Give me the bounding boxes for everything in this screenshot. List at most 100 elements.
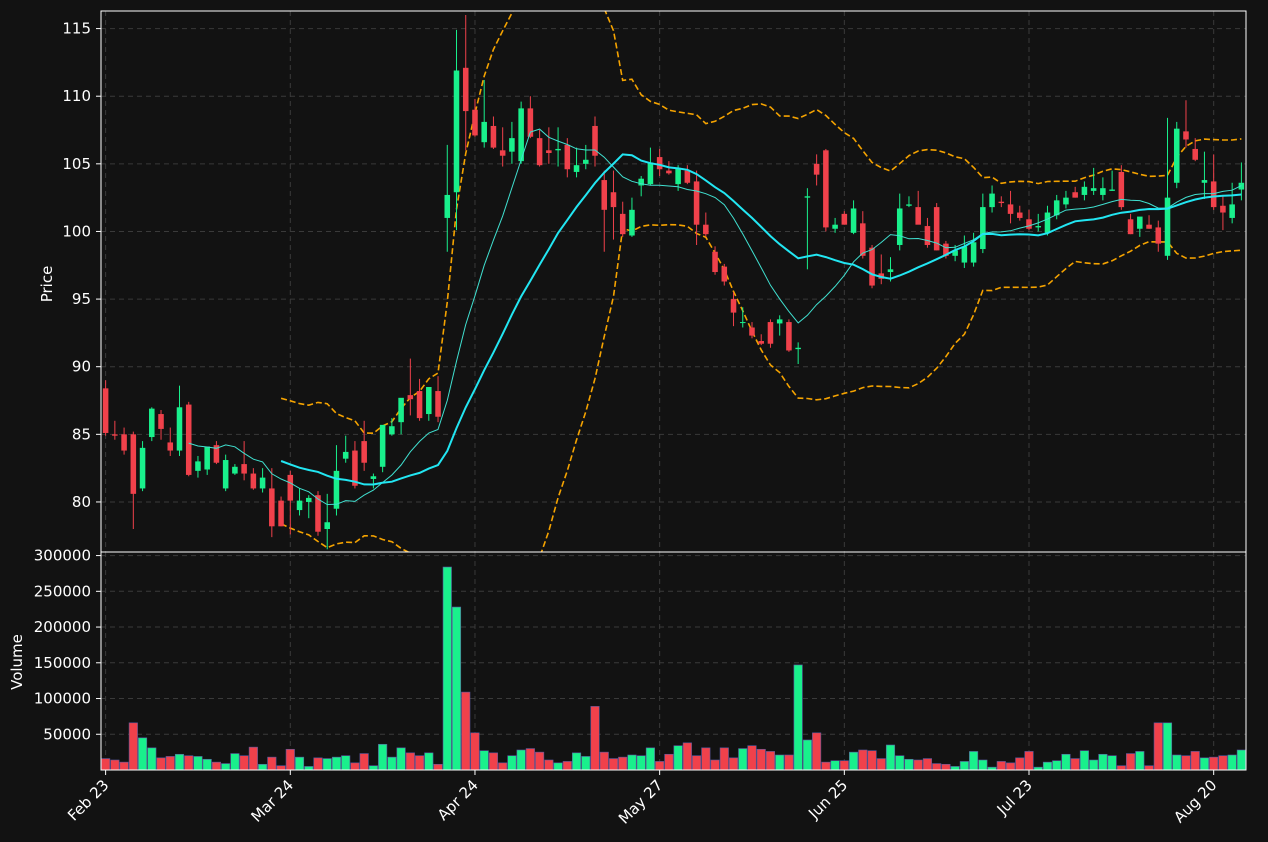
candle-body [767, 322, 774, 344]
volume-bar [821, 761, 831, 770]
volume-bar [156, 757, 166, 770]
volume-bar [313, 757, 323, 770]
candle-body [1053, 200, 1060, 216]
candle-body [721, 266, 728, 282]
volume-bar [1024, 751, 1034, 770]
candle-body [232, 466, 238, 474]
candle-body [786, 322, 792, 351]
volume-tick-label: 200000 [34, 618, 91, 636]
candle-body [970, 242, 977, 263]
volume-bar [839, 760, 849, 770]
volume-bar [627, 754, 637, 770]
volume-tick-label: 300000 [34, 547, 91, 565]
volume-bar [618, 756, 628, 770]
volume-bar [174, 753, 185, 770]
candle-body [564, 144, 571, 170]
candle-body [499, 150, 506, 156]
volume-bar [211, 761, 221, 770]
candle-body [278, 500, 284, 527]
candle-body [185, 404, 192, 475]
candle-body [619, 213, 626, 235]
volume-bar [747, 745, 757, 770]
volume-bar [294, 756, 305, 770]
volume-bar [488, 752, 498, 770]
volume-bar [322, 758, 332, 770]
candle-body [998, 201, 1005, 204]
volume-bar [812, 732, 822, 770]
candle-body [693, 181, 700, 225]
candle-body [149, 408, 155, 438]
volume-bar [775, 754, 785, 770]
volume-bar [895, 755, 905, 770]
volume-bar [101, 758, 111, 770]
volume-bar [221, 763, 231, 770]
volume-bar [479, 750, 489, 770]
candle-body [804, 196, 811, 198]
volume-bar [664, 753, 674, 770]
volume-bar [433, 763, 443, 770]
candle-body [906, 204, 912, 206]
candle-body [989, 193, 995, 208]
candle-body [121, 434, 127, 451]
volume-bar [304, 766, 314, 770]
volume-tick-label: 100000 [34, 690, 91, 708]
volume-bar [645, 747, 655, 770]
price-tick-label: 85 [72, 425, 91, 443]
candle-body [269, 488, 275, 527]
volume-bar [193, 756, 203, 770]
price-tick-label: 110 [62, 87, 91, 105]
candle-body [379, 424, 386, 467]
candle-body [324, 522, 330, 530]
volume-bar [950, 766, 960, 770]
candle-body [389, 426, 395, 435]
candle-body [841, 213, 848, 225]
volume-bar [1236, 749, 1246, 770]
volume-bar [1126, 753, 1136, 770]
candle-body [546, 150, 552, 154]
volume-bar [544, 759, 554, 770]
volume-bar [701, 747, 711, 770]
volume-bar [516, 749, 526, 770]
candle-body [666, 170, 672, 174]
volume-bar [341, 755, 351, 770]
candle-body [832, 224, 838, 229]
volume-bar [1162, 722, 1173, 770]
volume-bar [978, 759, 988, 770]
volume-bar [258, 763, 268, 770]
volume-bar [415, 755, 425, 770]
candle-body [573, 165, 580, 172]
price-tick-label: 100 [62, 222, 91, 240]
volume-bar [756, 748, 766, 770]
volume-bar [673, 745, 683, 770]
candle-body [887, 269, 894, 273]
candle-body [398, 397, 404, 423]
volume-bar [553, 762, 563, 770]
volume-bar [876, 758, 886, 770]
volume-bar [396, 747, 406, 770]
volume-bar [165, 756, 175, 770]
candle-body [342, 451, 349, 459]
volume-bar [525, 748, 535, 770]
candle-body [158, 414, 164, 429]
volume-bar [1089, 759, 1099, 770]
candle-body [1192, 148, 1198, 160]
volume-bar [571, 752, 582, 770]
candle-body [795, 347, 801, 350]
candle-body [1035, 226, 1042, 228]
volume-bar [849, 751, 859, 770]
candle-body [656, 157, 663, 170]
volume-bar [830, 760, 840, 770]
candle-body [536, 138, 543, 166]
volume-bar [655, 761, 665, 770]
volume-bar [867, 750, 877, 770]
candle-body [195, 461, 201, 471]
volume-bar [535, 751, 545, 770]
candle-body [712, 251, 718, 273]
price-tick-label: 90 [72, 358, 91, 376]
candle-body [896, 208, 903, 245]
candle-body [739, 322, 746, 324]
volume-bar [636, 755, 646, 770]
candle-body [823, 150, 829, 228]
volume-bar [1153, 722, 1163, 770]
volume-tick-label: 50000 [43, 725, 91, 743]
